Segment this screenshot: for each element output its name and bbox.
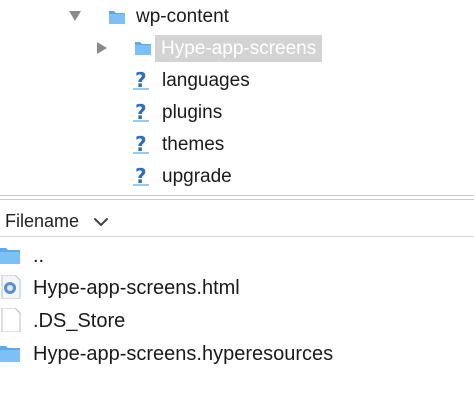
folder-icon [0,243,22,267]
file-name: .DS_Store [33,310,126,332]
svg-text:?: ? [135,165,147,187]
folder-icon [107,7,127,27]
tree-item-label: upgrade [162,166,232,187]
tree-item-themes[interactable]: ? themes [0,130,474,160]
file-row-hyperesources[interactable]: Hype-app-screens.hyperesources [0,337,474,369]
file-name: Hype-app-screens.hyperesources [33,343,334,365]
filename-column-header[interactable]: Filename [0,204,474,237]
blank-file-icon [0,308,22,332]
tree-item-label: languages [162,70,250,91]
pane-divider[interactable] [0,195,474,196]
question-icon: ? [133,101,151,123]
tree-item-hype-app-screens[interactable]: Hype-app-screens [0,33,474,63]
tree-item-languages[interactable]: ? languages [0,66,474,96]
file-name: .. [33,245,45,267]
file-row-parent[interactable]: .. [0,239,474,271]
file-name: Hype-app-screens.html [33,277,240,299]
question-icon: ? [133,133,151,155]
tree-item-label: Hype-app-screens [155,35,323,62]
remote-directory-tree: wp-content Hype-app-screens ? languages … [0,0,474,195]
file-row-ds-store[interactable]: .DS_Store [0,304,474,336]
column-header-label: Filename [5,211,80,231]
file-row-html[interactable]: Hype-app-screens.html [0,271,474,303]
folder-icon [0,341,22,365]
disclosure-expanded-icon[interactable] [69,11,83,25]
svg-text:?: ? [135,133,147,155]
question-icon: ? [133,69,151,91]
svg-text:?: ? [135,101,147,123]
disclosure-collapsed-icon[interactable] [97,42,111,56]
tree-item-label: wp-content [136,6,229,27]
tree-item-plugins[interactable]: ? plugins [0,98,474,128]
svg-text:?: ? [135,69,147,91]
pane-divider [0,199,474,200]
tree-item-wp-content[interactable]: wp-content [0,2,474,32]
tree-item-label: plugins [162,102,223,123]
folder-icon [133,38,153,58]
tree-item-label: themes [162,134,225,155]
html-file-icon [0,275,22,299]
tree-item-upgrade[interactable]: ? upgrade [0,162,474,192]
chevron-down-icon[interactable] [94,214,108,226]
question-icon: ? [133,165,151,187]
